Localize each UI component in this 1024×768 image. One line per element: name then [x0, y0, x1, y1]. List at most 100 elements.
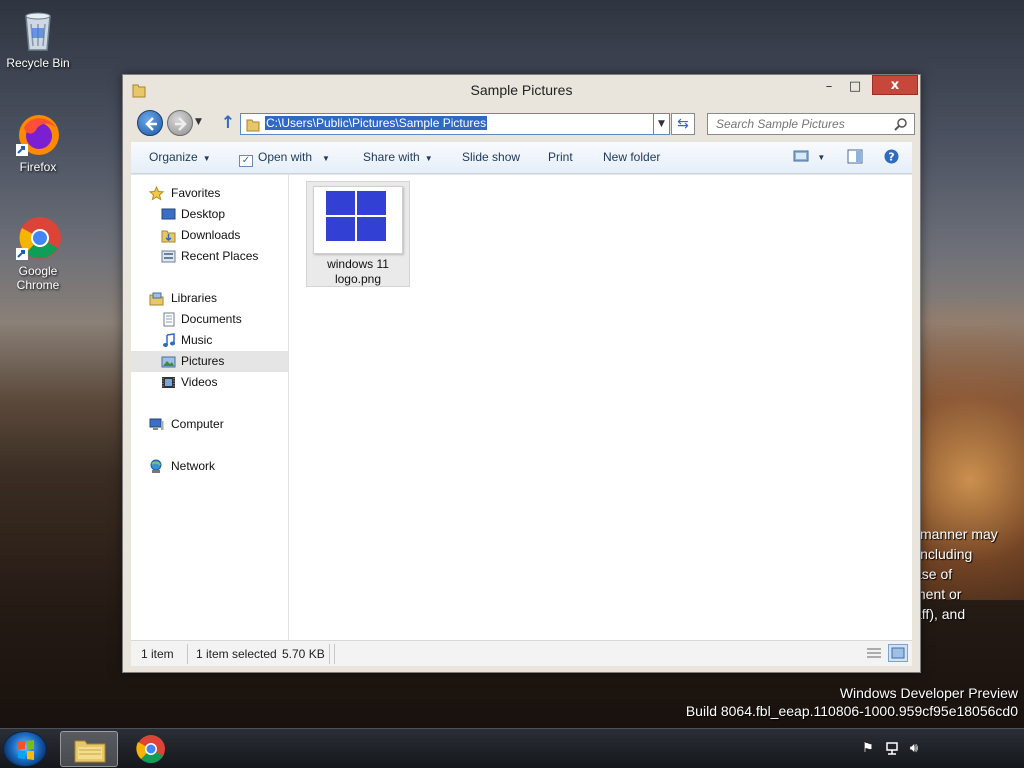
nav-item-videos[interactable]: Videos: [131, 372, 288, 393]
svg-text:?: ?: [888, 151, 894, 164]
title-bar[interactable]: Sample Pictures – □ x: [123, 75, 920, 107]
refresh-icon: ⇆: [677, 116, 689, 132]
start-button[interactable]: [3, 731, 47, 767]
details-view-button[interactable]: [864, 644, 884, 662]
recycle-bin-icon: [14, 6, 62, 54]
nav-item-libraries[interactable]: Libraries: [131, 288, 288, 309]
chevron-down-icon: ▼: [322, 154, 330, 163]
documents-icon: [163, 312, 175, 327]
close-button[interactable]: x: [872, 75, 918, 95]
taskbar-chrome[interactable]: [122, 731, 180, 767]
status-divider: [187, 644, 188, 664]
search-icon[interactable]: [894, 117, 908, 131]
change-view-button[interactable]: ▼: [793, 149, 825, 166]
desktop-icon-recycle-bin[interactable]: Recycle Bin: [0, 6, 76, 70]
help-icon: ?: [884, 149, 899, 164]
chevron-down-icon: ▼: [202, 154, 211, 163]
share-with-button[interactable]: Share with ▼: [363, 150, 433, 164]
chrome-icon: [14, 214, 62, 262]
nav-label: Documents: [181, 312, 242, 326]
nav-item-documents[interactable]: Documents: [131, 309, 288, 330]
desktop-icon-google-chrome[interactable]: Google Chrome: [0, 214, 76, 292]
organize-button[interactable]: Organize ▼: [149, 150, 211, 164]
taskbar: ⚑ 🔊︎: [0, 728, 1024, 768]
file-item[interactable]: windows 11 logo.png: [306, 181, 410, 287]
open-with-label: Open with: [258, 150, 313, 164]
overlay-text-line: manner may: [920, 526, 998, 542]
help-button[interactable]: ?: [884, 149, 899, 167]
overlay-text-line: ment or: [914, 586, 962, 602]
nav-label: Downloads: [181, 228, 241, 242]
nav-item-recent-places[interactable]: Recent Places: [131, 246, 288, 267]
computer-icon: [149, 418, 164, 430]
downloads-folder-icon: [161, 230, 176, 243]
windows-logo-icon: [326, 191, 386, 241]
folder-icon: [246, 119, 260, 132]
nav-item-music[interactable]: Music: [131, 330, 288, 351]
search-input[interactable]: [716, 117, 886, 131]
videos-icon: [162, 377, 175, 388]
chrome-icon: [136, 735, 165, 764]
share-with-label: Share with: [363, 150, 420, 164]
selection-status: 1 item selected: [196, 647, 277, 661]
recent-locations-dropdown[interactable]: ▼: [195, 117, 202, 127]
item-count: 1 item: [141, 647, 174, 661]
overlay-text-line: aff), and: [914, 606, 966, 622]
chevron-down-icon: ▼: [424, 154, 433, 163]
nav-label: Recent Places: [181, 249, 259, 263]
search-box[interactable]: [707, 113, 915, 135]
desktop-icon-firefox[interactable]: Firefox: [0, 110, 76, 174]
music-icon: [163, 333, 175, 347]
thumbnail-view-button[interactable]: [888, 644, 908, 662]
nav-item-computer[interactable]: Computer: [131, 414, 288, 435]
desktop-icon-label: Firefox: [19, 160, 57, 174]
action-center-flag-icon[interactable]: ⚑: [860, 741, 876, 757]
selection-size: 5.70 KB: [282, 647, 325, 661]
star-icon: [149, 186, 164, 201]
new-folder-button[interactable]: New folder: [603, 150, 660, 164]
address-input[interactable]: C:\Users\Public\Pictures\Sample Pictures: [265, 116, 645, 132]
network-icon: [150, 459, 162, 473]
nav-label: Pictures: [181, 354, 225, 368]
details-view-icon: [867, 648, 881, 658]
desktop-icon-label: Google Chrome: [16, 264, 60, 292]
nav-label: Computer: [171, 417, 224, 431]
open-with-button[interactable]: ✓ Open with ▼: [239, 150, 330, 167]
status-divider: [334, 644, 335, 664]
organize-label: Organize: [149, 150, 198, 164]
watermark: Windows Developer Preview Build 8064.fbl…: [686, 685, 1018, 719]
libraries-icon: [149, 292, 164, 306]
nav-item-pictures[interactable]: Pictures: [131, 351, 288, 372]
back-button[interactable]: [137, 110, 163, 136]
pictures-icon: [161, 356, 176, 368]
forward-button[interactable]: [167, 110, 193, 136]
maximize-button[interactable]: □: [842, 77, 868, 97]
preview-pane-icon: [847, 149, 863, 164]
refresh-button[interactable]: ⇆: [671, 113, 695, 135]
file-name-line: logo.png: [334, 272, 382, 286]
slide-show-button[interactable]: Slide show: [462, 150, 520, 164]
desktop-icon-label: Recycle Bin: [6, 56, 70, 70]
nav-item-favorites[interactable]: Favorites: [131, 183, 288, 204]
nav-item-network[interactable]: Network: [131, 456, 288, 477]
network-icon[interactable]: [884, 741, 900, 757]
view-icon: [793, 150, 809, 162]
watermark-line2: Build 8064.fbl_eeap.110806-1000.959cf95e…: [685, 703, 1018, 719]
address-bar[interactable]: C:\Users\Public\Pictures\Sample Pictures: [240, 113, 654, 135]
preview-pane-button[interactable]: [847, 149, 863, 167]
file-name-line: windows 11: [327, 257, 389, 271]
nav-label: Desktop: [181, 207, 226, 221]
nav-item-downloads[interactable]: Downloads: [131, 225, 288, 246]
nav-label: Videos: [181, 375, 218, 389]
nav-item-desktop[interactable]: Desktop: [131, 204, 288, 225]
minimize-button[interactable]: –: [816, 77, 842, 97]
print-button[interactable]: Print: [548, 150, 573, 164]
volume-icon[interactable]: 🔊︎: [906, 741, 922, 757]
file-list: windows 11 logo.png: [290, 175, 912, 640]
overlay-text-line: including: [917, 546, 973, 562]
up-arrow-icon[interactable]: ↑: [219, 113, 237, 133]
address-dropdown-button[interactable]: ▼: [654, 113, 670, 135]
taskbar-file-explorer[interactable]: [60, 731, 118, 767]
window-title: Sample Pictures: [470, 82, 573, 98]
forward-arrow-icon: [175, 117, 187, 131]
